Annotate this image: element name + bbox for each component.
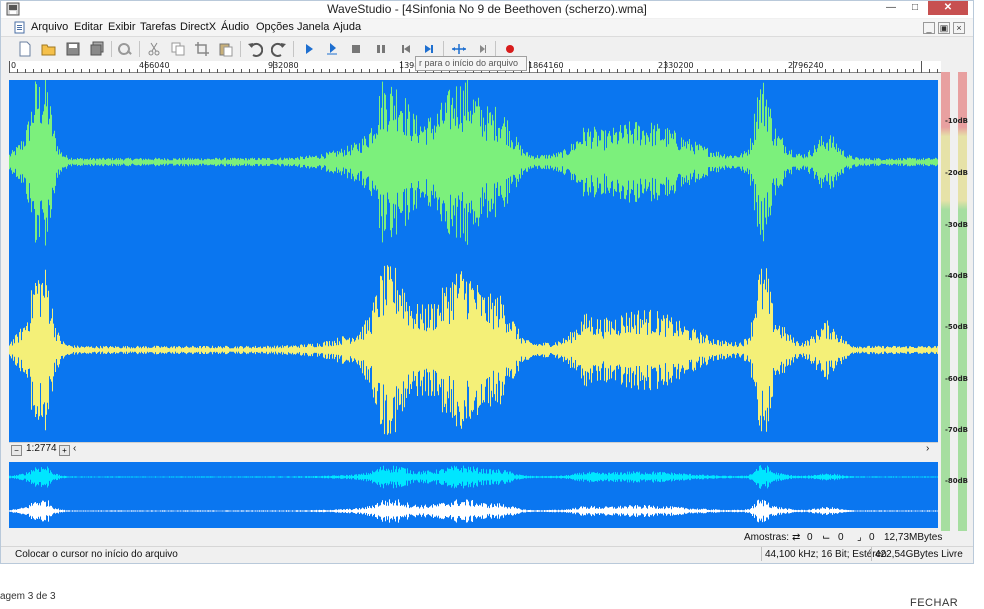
vu-meter-right	[958, 72, 967, 531]
next-marker-icon[interactable]	[475, 41, 491, 57]
left-channel-waveform	[9, 78, 938, 246]
ruler-label: 466040	[139, 61, 170, 70]
zoom-level: 1:2774	[26, 443, 57, 454]
menu-ajuda[interactable]: Ajuda	[333, 21, 361, 33]
properties-icon[interactable]	[117, 41, 133, 57]
menu-directx[interactable]: DirectX	[180, 21, 216, 33]
ruler-label: 1864160	[528, 61, 564, 70]
toolbar-separator	[240, 41, 241, 57]
redo-icon[interactable]	[271, 41, 287, 57]
menu-audio[interactable]: Áudio	[221, 21, 249, 33]
selection-end-value: 0	[869, 532, 875, 543]
scroll-right-icon[interactable]: ›	[926, 443, 929, 454]
status-separator	[761, 547, 762, 561]
selection-length-icon: ⌙	[822, 532, 831, 543]
ruler-label: 0	[11, 61, 17, 70]
cut-icon[interactable]	[146, 41, 162, 57]
db-label: -70dB	[945, 426, 968, 434]
toolbar-tooltip: r para o início do arquivo	[415, 56, 527, 71]
close-button[interactable]: ✕	[928, 1, 968, 15]
overview-canvas	[9, 465, 938, 523]
toolbar-separator	[495, 41, 496, 57]
selection-status: Amostras: ⇄ 0 ⌙ 0 ⌟ 0 12,73MBytes	[1, 531, 973, 545]
menu-exibir[interactable]: Exibir	[108, 21, 136, 33]
undo-icon[interactable]	[247, 41, 263, 57]
title-bar: WaveStudio - [4Sinfonia No 9 de Beethove…	[1, 1, 973, 18]
menu-editar[interactable]: Editar	[74, 21, 103, 33]
status-bar: Colocar o cursor no início do arquivo 44…	[1, 546, 973, 562]
status-separator	[871, 547, 872, 561]
audio-format: 44,100 kHz; 16 Bit; Estéreo	[765, 549, 887, 560]
scroll-left-icon[interactable]: ‹	[73, 443, 76, 454]
paste-icon[interactable]	[218, 41, 234, 57]
db-label: -80dB	[945, 477, 968, 485]
status-hint: Colocar o cursor no início do arquivo	[15, 549, 178, 560]
horizontal-scrollbar[interactable]: − 1:2774 + ‹ ›	[9, 442, 938, 456]
menu-tarefas[interactable]: Tarefas	[140, 21, 176, 33]
play-icon[interactable]	[301, 41, 317, 57]
menu-bar: Arquivo Editar Exibir Tarefas DirectX Áu…	[1, 19, 973, 37]
go-to-start-icon[interactable]	[398, 41, 414, 57]
db-label: -20dB	[945, 169, 968, 177]
vu-meter-left	[941, 72, 950, 531]
stop-icon[interactable]	[348, 41, 364, 57]
waveform-canvas	[9, 78, 938, 435]
open-folder-icon[interactable]	[41, 41, 57, 57]
close-link[interactable]: FECHAR	[910, 597, 958, 609]
db-label: -10dB	[945, 117, 968, 125]
right-channel-waveform	[9, 265, 938, 435]
selection-start-value: 0	[807, 532, 813, 543]
record-icon[interactable]	[502, 41, 518, 57]
copy-icon[interactable]	[170, 41, 186, 57]
page-counter: agem 3 de 3	[0, 591, 56, 602]
document-icon[interactable]	[14, 21, 26, 34]
waveform-overview[interactable]	[9, 462, 938, 528]
window-title: WaveStudio - [4Sinfonia No 9 de Beethove…	[327, 2, 647, 16]
loop-play-icon[interactable]	[324, 41, 340, 57]
selection-start-icon: ⇄	[792, 532, 801, 543]
menu-opcoes[interactable]: Opções	[256, 21, 294, 33]
db-label: -60dB	[945, 375, 968, 383]
zoom-out-icon[interactable]: −	[11, 445, 22, 456]
toolbar-separator	[293, 41, 294, 57]
overview-right-waveform	[9, 499, 938, 523]
free-space: 422,54GBytes Livre	[875, 549, 963, 560]
new-file-icon[interactable]	[17, 41, 33, 57]
mdi-close-button[interactable]: ×	[953, 22, 965, 34]
go-to-end-icon[interactable]	[421, 41, 437, 57]
crop-icon[interactable]	[194, 41, 210, 57]
overview-left-waveform	[9, 465, 938, 489]
toolbar-separator	[443, 41, 444, 57]
save-all-icon[interactable]	[89, 41, 105, 57]
menu-janela[interactable]: Janela	[297, 21, 329, 33]
minimize-button[interactable]: —	[880, 1, 902, 15]
toolbar-separator	[139, 41, 140, 57]
zoom-in-icon[interactable]: +	[59, 445, 70, 456]
waveform-main-view[interactable]	[9, 78, 938, 442]
db-label: -50dB	[945, 323, 968, 331]
app-window: WaveStudio - [4Sinfonia No 9 de Beethove…	[0, 0, 974, 564]
selection-length-value: 0	[838, 532, 844, 543]
db-label: -40dB	[945, 272, 968, 280]
file-size: 12,73MBytes	[884, 532, 943, 543]
menu-arquivo[interactable]: Arquivo	[31, 21, 68, 33]
pause-icon[interactable]	[373, 41, 389, 57]
ruler-label: 2796240	[788, 61, 824, 70]
selection-end-icon: ⌟	[857, 532, 862, 543]
save-icon[interactable]	[65, 41, 81, 57]
samples-label: Amostras:	[744, 532, 790, 543]
mdi-restore-button[interactable]: ▣	[938, 22, 950, 34]
maximize-button[interactable]: □	[904, 1, 926, 15]
ruler-label: 932080	[268, 61, 299, 70]
select-to-cursor-icon[interactable]	[451, 41, 467, 57]
db-label: -30dB	[945, 221, 968, 229]
toolbar-separator	[111, 41, 112, 57]
ruler-label: 2330200	[658, 61, 694, 70]
mdi-minimize-button[interactable]: _	[923, 22, 935, 34]
